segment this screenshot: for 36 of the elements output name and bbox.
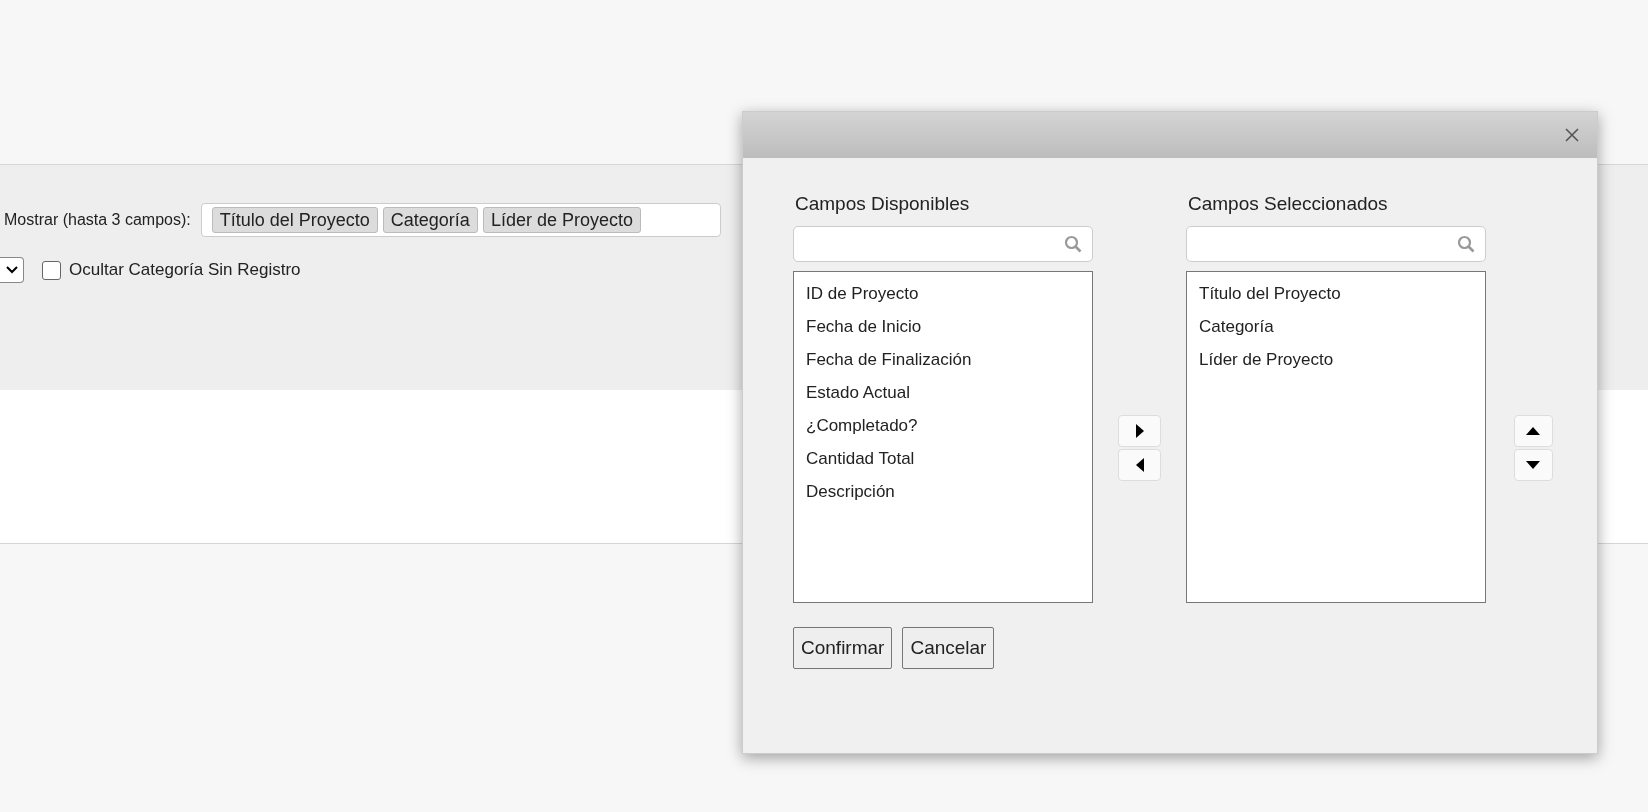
chevron-down-icon xyxy=(5,266,18,274)
list-item[interactable]: Líder de Proyecto xyxy=(1187,343,1485,376)
checkbox[interactable] xyxy=(42,260,61,280)
list-item[interactable]: Descripción xyxy=(794,475,1092,508)
search-field[interactable] xyxy=(1186,226,1486,262)
list-item[interactable]: Fecha de Finalización xyxy=(794,343,1092,376)
list-item[interactable]: Categoría xyxy=(1187,310,1485,343)
move-down-button[interactable] xyxy=(1513,449,1553,481)
search-icon xyxy=(1457,235,1475,253)
move-left-button[interactable] xyxy=(1118,449,1161,481)
display-label: Mostrar (hasta 3 campos): xyxy=(4,210,191,230)
list-item[interactable]: ID de Proyecto xyxy=(794,277,1092,310)
search-field[interactable] xyxy=(793,226,1093,262)
triangle-right-icon xyxy=(1135,424,1144,438)
triangle-down-icon xyxy=(1526,461,1540,469)
move-up-button[interactable] xyxy=(1513,415,1553,447)
list-item[interactable]: Fecha de Inicio xyxy=(794,310,1092,343)
list-item[interactable]: Cantidad Total xyxy=(794,442,1092,475)
close-icon[interactable] xyxy=(1565,128,1579,142)
search-icon xyxy=(1064,235,1082,253)
list-item[interactable]: Título del Proyecto xyxy=(1187,277,1485,310)
tag-input[interactable]: Título del Proyecto Categoría Líder de Proyecto xyxy=(200,203,721,237)
tag: Título del Proyecto xyxy=(211,207,378,233)
column-title: Campos Seleccionados xyxy=(1188,192,1389,216)
column-title: Campos Disponibles xyxy=(795,192,971,216)
move-right-button[interactable] xyxy=(1118,415,1161,447)
checkbox-label: Ocultar Categoría Sin Registro xyxy=(69,259,301,282)
list-item[interactable]: ¿Completado? xyxy=(794,409,1092,442)
triangle-left-icon xyxy=(1135,458,1144,472)
tag: Líder de Proyecto xyxy=(482,207,641,233)
triangle-up-icon xyxy=(1526,427,1540,435)
cancel-button[interactable]: Cancelar xyxy=(902,627,995,669)
confirm-button[interactable]: Confirmar xyxy=(793,627,893,669)
list-item[interactable]: Estado Actual xyxy=(794,376,1092,409)
tag: Categoría xyxy=(382,207,478,233)
dropdown[interactable] xyxy=(0,257,24,283)
